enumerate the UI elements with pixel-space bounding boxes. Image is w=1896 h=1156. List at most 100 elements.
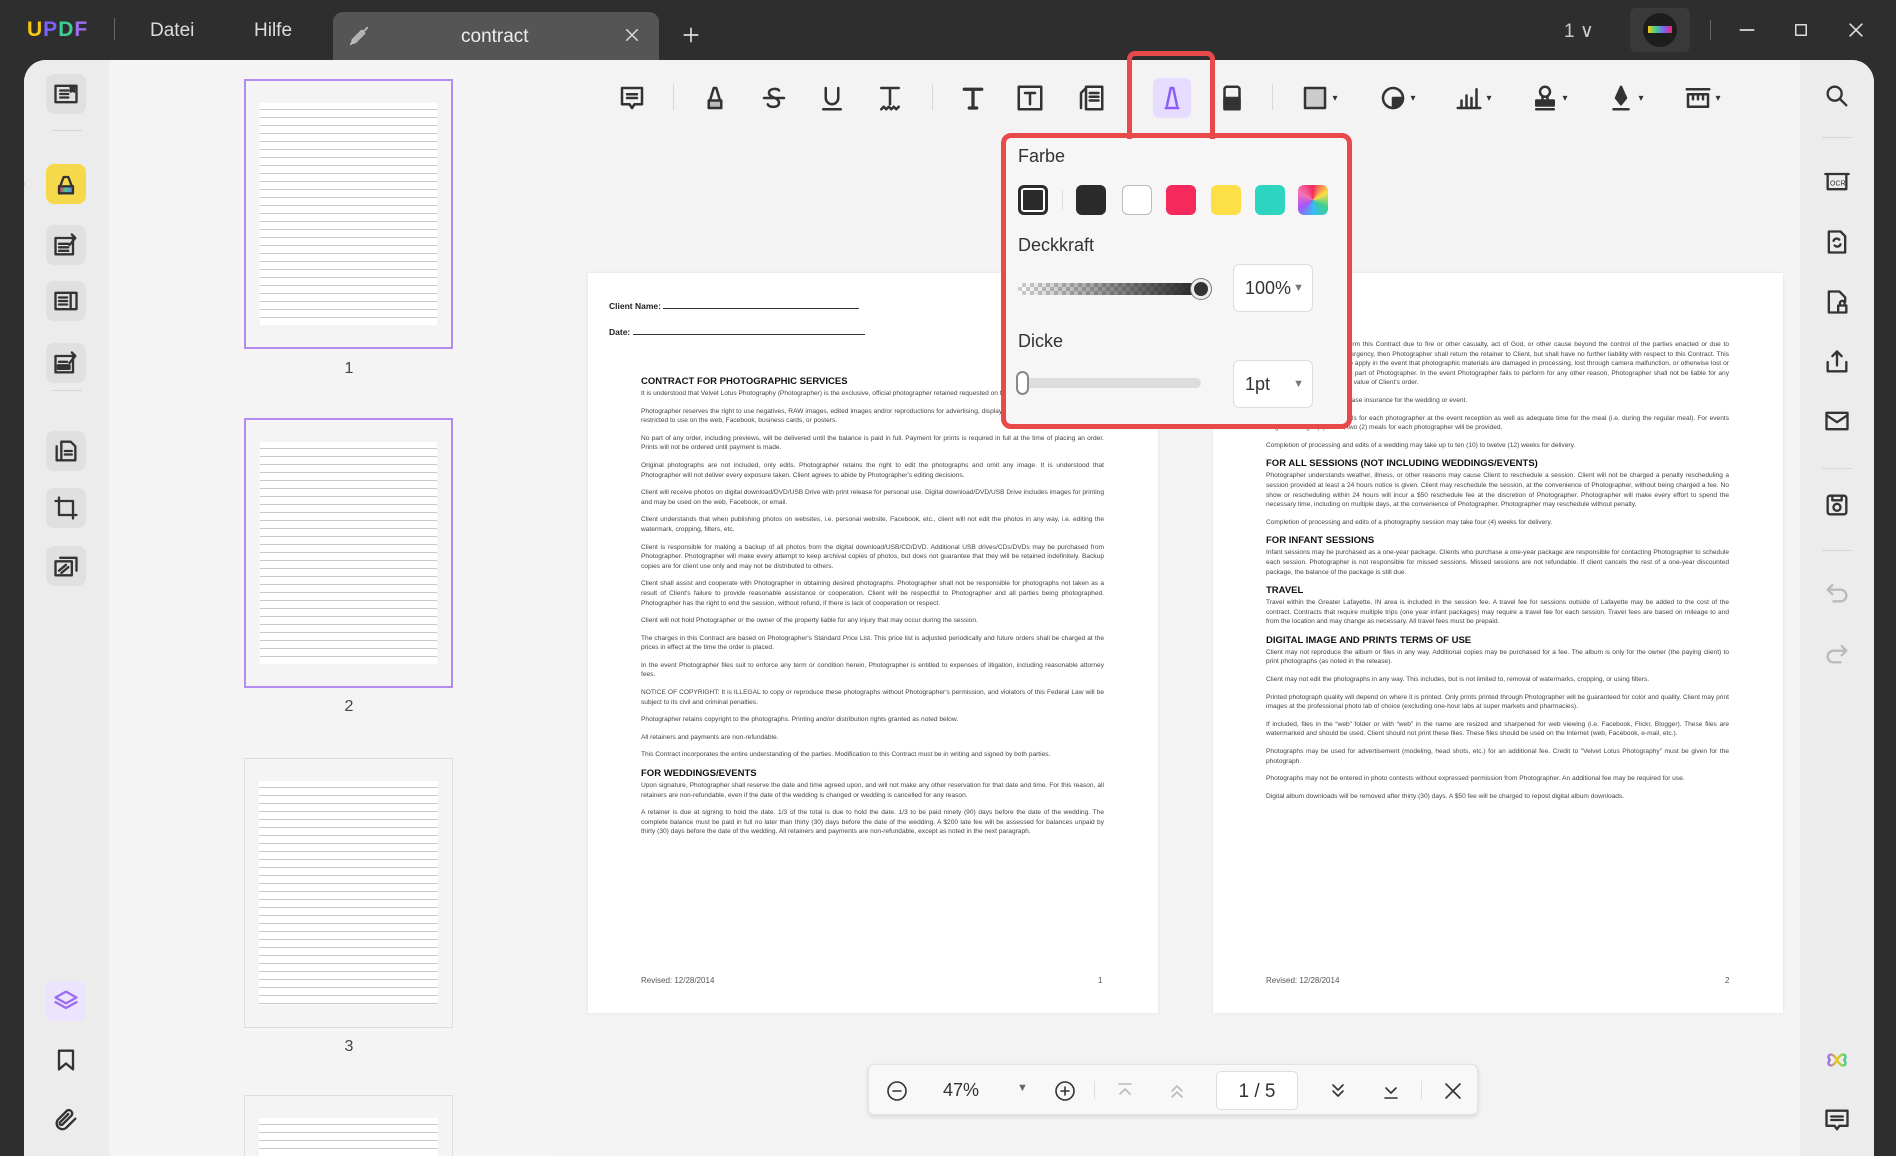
page-thumbnail-1[interactable]: [244, 79, 453, 349]
ocr-icon[interactable]: OCR: [1817, 161, 1857, 201]
stamp-icon[interactable]: ▾: [1525, 80, 1573, 116]
search-icon[interactable]: [1817, 76, 1857, 116]
paragraph: Client will receive photos on digital do…: [641, 489, 1104, 506]
thickness-dropdown[interactable]: 1pt ▼: [1233, 360, 1313, 408]
rectangle-shape-icon[interactable]: ▾: [1295, 80, 1343, 116]
close-nav-bar-icon[interactable]: [1439, 1077, 1467, 1105]
color-swatch-red[interactable]: [1166, 185, 1196, 215]
close-tab-icon[interactable]: [619, 22, 645, 48]
organize-pages-icon[interactable]: [46, 431, 86, 471]
page-number-input[interactable]: 1 / 5: [1216, 1071, 1298, 1110]
page-1-body: CONTRACT FOR PHOTOGRAPHIC SERVICES It is…: [641, 376, 1104, 845]
color-swatch-black[interactable]: [1076, 185, 1106, 215]
comment-icon[interactable]: [614, 80, 650, 116]
zoom-out-icon[interactable]: [883, 1077, 911, 1105]
page-thumbnail-4[interactable]: [244, 1095, 453, 1156]
next-page-icon[interactable]: [1324, 1077, 1352, 1105]
menu-datei[interactable]: Datei: [150, 20, 194, 42]
bookmark-icon[interactable]: [46, 1040, 86, 1080]
updf-logo: UPDF: [27, 18, 89, 41]
paragraph: Client is responsible for making a backu…: [641, 543, 1104, 570]
shape-icon[interactable]: ▾: [1373, 80, 1421, 116]
text-icon[interactable]: [955, 80, 991, 116]
attachment-icon[interactable]: [46, 1101, 86, 1141]
opacity-dropdown[interactable]: 100% ▼: [1233, 264, 1313, 312]
redact-icon[interactable]: [46, 343, 86, 383]
reader-mode-icon[interactable]: [46, 74, 86, 114]
paragraph: Client shall assist and cooperate with P…: [641, 580, 1104, 607]
protect-icon[interactable]: [1817, 282, 1857, 322]
email-icon[interactable]: [1817, 401, 1857, 441]
minimize-icon[interactable]: [1735, 18, 1759, 42]
thickness-slider-thumb[interactable]: [1016, 371, 1029, 395]
thickness-slider[interactable]: [1016, 371, 1201, 395]
date-label: Date:: [609, 327, 631, 337]
divider: [1710, 20, 1711, 40]
new-tab-icon[interactable]: [678, 22, 704, 48]
opacity-slider[interactable]: [1018, 279, 1211, 299]
page-thumbnail-3[interactable]: [244, 758, 453, 1028]
title-bar: UPDF Datei Hilfe contract 1 ∨: [0, 0, 1896, 60]
caret-down-icon: ▼: [1293, 282, 1304, 294]
color-swatch-teal[interactable]: [1255, 185, 1285, 215]
page-footer: Revised: 12/28/2014: [1266, 976, 1340, 985]
paragraph: Infant sessions may be purchased as a on…: [1266, 549, 1729, 576]
save-icon[interactable]: [1817, 485, 1857, 525]
color-swatch-yellow[interactable]: [1211, 185, 1241, 215]
opacity-value: 100%: [1245, 278, 1292, 298]
signature-icon[interactable]: ▾: [1601, 80, 1649, 116]
menu-hilfe[interactable]: Hilfe: [254, 20, 292, 42]
share-icon[interactable]: [1817, 342, 1857, 382]
account-button[interactable]: [1630, 8, 1690, 52]
ruler-icon[interactable]: ▾: [1678, 80, 1726, 116]
zoom-in-icon[interactable]: [1051, 1077, 1079, 1105]
undo-icon[interactable]: [1817, 572, 1857, 612]
comment-mode-icon[interactable]: [46, 164, 86, 204]
paragraph: Original photographs are not included, o…: [641, 461, 1104, 479]
client-name-field: Client Name:: [609, 301, 860, 311]
last-page-icon[interactable]: [1377, 1077, 1405, 1105]
opacity-label: Deckkraft: [1018, 235, 1095, 255]
paragraph: Completion of processing and edits of a …: [1266, 518, 1553, 526]
color-label: Farbe: [1018, 146, 1066, 166]
textbox-icon[interactable]: [1012, 80, 1048, 116]
page-thumbnail-2[interactable]: [244, 418, 453, 688]
underline-icon[interactable]: [814, 80, 850, 116]
zoom-level[interactable]: 47%: [943, 1080, 979, 1101]
divider: [1272, 84, 1273, 110]
layers-icon[interactable]: [46, 981, 86, 1021]
section-heading: FOR INFANT SESSIONS: [1266, 535, 1375, 547]
custom-color-picker[interactable]: [1298, 185, 1328, 215]
section-heading: FOR WEDDINGS/EVENTS: [641, 768, 757, 780]
first-page-icon[interactable]: [1111, 1077, 1139, 1105]
opacity-slider-thumb[interactable]: [1191, 279, 1211, 299]
squiggly-underline-icon[interactable]: [872, 80, 908, 116]
form-icon[interactable]: [46, 281, 86, 321]
previous-page-icon[interactable]: [1163, 1077, 1191, 1105]
section-heading: FOR ALL SESSIONS (NOT INCLUDING WEDDINGS…: [1266, 458, 1538, 470]
watermark-icon[interactable]: [46, 546, 86, 586]
chart-icon[interactable]: ▾: [1449, 80, 1497, 116]
divider: [1822, 468, 1852, 469]
eraser-icon[interactable]: [1214, 80, 1250, 116]
close-window-icon[interactable]: [1844, 18, 1868, 42]
tab-contract[interactable]: contract: [333, 12, 659, 60]
zoom-dropdown-icon[interactable]: ▼: [1017, 1082, 1028, 1094]
window-count[interactable]: 1 ∨: [1564, 20, 1594, 43]
tab-title: contract: [461, 26, 529, 47]
crop-icon[interactable]: [46, 488, 86, 528]
color-swatch-white[interactable]: [1122, 185, 1152, 215]
convert-icon[interactable]: [1817, 222, 1857, 262]
edit-pdf-icon[interactable]: [46, 225, 86, 265]
highlighter-icon[interactable]: [697, 80, 733, 116]
text-callout-icon[interactable]: [1073, 80, 1109, 116]
thumbnail-label: 2: [344, 698, 354, 715]
section-heading: DIGITAL IMAGE AND PRINTS TERMS OF USE: [1266, 634, 1472, 646]
ai-assistant-icon[interactable]: [1817, 1040, 1857, 1080]
strikethrough-icon[interactable]: [756, 80, 792, 116]
redo-icon[interactable]: [1817, 633, 1857, 673]
maximize-icon[interactable]: [1789, 18, 1813, 42]
comments-list-icon[interactable]: [1817, 1100, 1857, 1140]
current-color-swatch[interactable]: [1018, 185, 1048, 215]
paragraph: Client will not hold Photographer or the…: [641, 617, 978, 625]
